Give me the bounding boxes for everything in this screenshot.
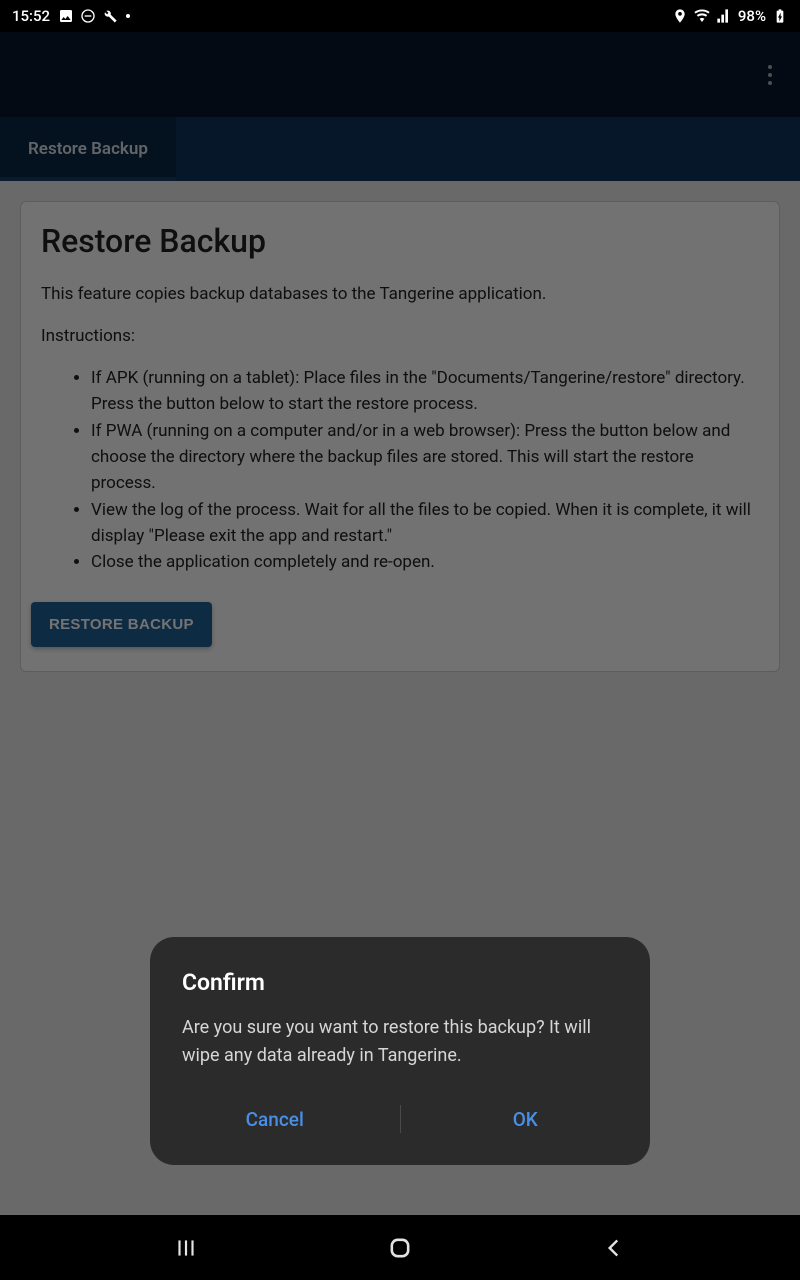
do-not-disturb-icon: [80, 8, 96, 24]
wifi-icon: [694, 8, 710, 24]
recents-icon[interactable]: [173, 1235, 199, 1261]
confirm-dialog: Confirm Are you sure you want to restore…: [150, 937, 650, 1165]
battery-charging-icon: [772, 8, 788, 24]
home-icon[interactable]: [386, 1234, 414, 1262]
dialog-title: Confirm: [150, 969, 650, 1014]
image-icon: [58, 8, 74, 24]
dialog-message: Are you sure you want to restore this ba…: [150, 1014, 650, 1098]
dialog-actions: Cancel OK: [150, 1098, 650, 1141]
wrench-icon: [102, 8, 118, 24]
battery-percent: 98%: [738, 7, 766, 25]
status-bar: 15:52 98%: [0, 0, 800, 32]
cancel-button[interactable]: Cancel: [150, 1098, 400, 1141]
signal-icon: [716, 8, 732, 24]
back-icon[interactable]: [601, 1235, 627, 1261]
dot-icon: [126, 14, 130, 18]
system-nav-bar: [0, 1215, 800, 1280]
ok-button[interactable]: OK: [401, 1098, 651, 1141]
location-icon: [672, 8, 688, 24]
status-time: 15:52: [12, 7, 50, 25]
